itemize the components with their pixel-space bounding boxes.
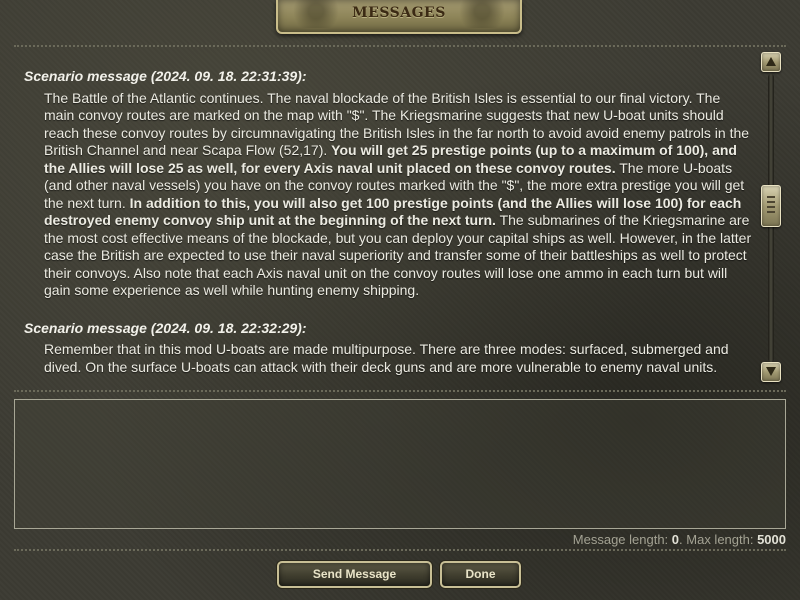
scroll-up-button[interactable] [761,52,781,72]
log-scrollbar[interactable] [759,52,783,384]
message-header: Scenario message (2024. 09. 18. 22:32:29… [24,319,307,336]
top-divider [14,45,786,47]
length-label: Message length: [572,532,672,547]
bottom-divider [14,549,786,551]
window-title: MESSAGES [352,5,446,21]
message-log[interactable]: Scenario message (2024. 09. 18. 22:31:39… [14,62,754,384]
arrow-up-icon [766,57,776,66]
length-current: 0 [671,532,680,547]
message-text: Remember that in this mod U-boats are ma… [44,341,729,375]
middle-divider [14,390,786,392]
scrollbar-thumb[interactable] [761,184,781,227]
message-length-indicator: Message length: 0. Max length: 5000 [573,532,786,547]
send-message-button[interactable]: Send Message [277,561,432,588]
message-body: Remember that in this mod U-boats are ma… [44,341,754,376]
arrow-down-icon [766,367,776,376]
message-compose-input[interactable] [14,399,786,529]
message-header: Scenario message (2024. 09. 18. 22:31:39… [24,68,307,84]
message-entry: Scenario message (2024. 09. 18. 22:32:29… [14,320,754,377]
window-title-plaque: MESSAGES [276,0,522,34]
length-max: 5000 [757,532,786,547]
scroll-down-button[interactable] [761,362,781,382]
message-entry: Scenario message (2024. 09. 18. 22:31:39… [14,68,754,300]
length-label: . Max length: [679,532,758,547]
done-button[interactable]: Done [440,561,521,588]
message-body: The Battle of the Atlantic continues. Th… [44,90,754,300]
